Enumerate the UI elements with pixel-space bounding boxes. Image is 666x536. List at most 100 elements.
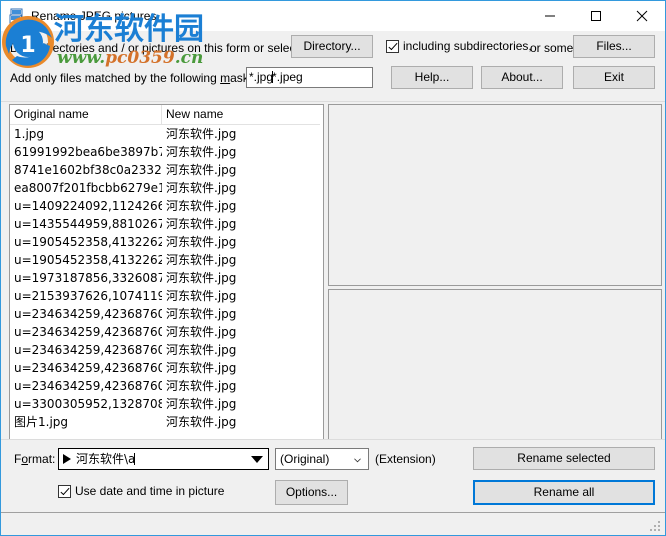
table-row[interactable]: u=234634259,4236876085... 河东软件.jpg — [10, 323, 323, 341]
chevron-down-icon[interactable] — [354, 457, 361, 464]
cell-original-name: u=1435544959,881026782... — [14, 217, 162, 231]
mask-label-pre: Add only files matched by the following — [10, 71, 221, 85]
column-header-original-name[interactable]: Original name — [10, 105, 162, 124]
toolbar-panel: Drop directories and / or pictures on th… — [1, 31, 665, 102]
table-row[interactable]: u=1905452358,413226222... 河东软件.jpg — [10, 251, 323, 269]
about-button[interactable]: About... — [481, 66, 563, 89]
mask-label-accesskey: m — [220, 71, 231, 85]
cell-new-name: 河东软件.jpg — [166, 181, 237, 195]
files-button[interactable]: Files... — [573, 35, 655, 58]
column-header-new-name[interactable]: New name — [162, 105, 323, 124]
table-row[interactable]: u=1435544959,881026782... 河东软件.jpg — [10, 215, 323, 233]
app-picture-icon — [9, 8, 25, 24]
including-subdirectories-checkbox[interactable]: including subdirectories, — [386, 39, 532, 53]
mask-label: Add only files matched by the following … — [10, 71, 269, 85]
cell-new-name: 河东软件.jpg — [166, 145, 237, 159]
title-bar: Rename JPEG pictures — [1, 1, 665, 31]
table-row[interactable]: 1.jpg 河东软件.jpg — [10, 125, 323, 143]
format-label: Format: — [14, 452, 55, 466]
cell-original-name: 8741e1602bf38c0a23328dd... — [14, 163, 162, 177]
cell-new-name: 河东软件.jpg — [166, 127, 237, 141]
cell-original-name: u=3300305952,132870891... — [14, 397, 162, 411]
cell-new-name: 河东软件.jpg — [166, 325, 237, 339]
cell-original-name: u=234634259,4236876085... — [14, 325, 162, 339]
bottom-panel: Format: 河东软件\a (Original) (Extension) Us… — [1, 439, 665, 512]
use-datetime-label: Use date and time in picture — [75, 484, 225, 498]
cell-original-name: u=234634259,4236876085... — [14, 343, 162, 357]
maximize-button[interactable] — [573, 1, 619, 31]
play-arrow-icon — [63, 454, 71, 464]
options-button[interactable]: Options... — [275, 480, 348, 505]
window-title: Rename JPEG pictures — [31, 9, 157, 23]
resize-grip[interactable] — [650, 521, 662, 533]
minimize-button[interactable] — [527, 1, 573, 31]
cell-new-name: 河东软件.jpg — [166, 271, 237, 285]
cell-new-name: 河东软件.jpg — [166, 289, 237, 303]
rename-selected-button[interactable]: Rename selected — [473, 447, 655, 470]
format-label-post: rmat: — [28, 452, 56, 466]
cell-new-name: 河东软件.jpg — [166, 307, 237, 321]
cell-new-name: 河东软件.jpg — [166, 199, 237, 213]
help-button[interactable]: Help... — [391, 66, 473, 89]
format-dropdown-arrow-icon[interactable] — [251, 456, 263, 463]
cell-original-name: 61991992bea6be3897b7c0... — [14, 145, 162, 159]
main-content-area: Original name New name 1.jpg 河东软件.jpg 6199… — [1, 102, 665, 442]
file-list-header: Original name New name — [10, 105, 323, 125]
cell-new-name: 河东软件.jpg — [166, 217, 237, 231]
table-row[interactable]: 图片1.jpg 河东软件.jpg — [10, 413, 323, 431]
table-row[interactable]: ea8007f201fbcbb6279e195... 河东软件.jpg — [10, 179, 323, 197]
table-row[interactable]: u=1409224092,112426615... 河东软件.jpg — [10, 197, 323, 215]
file-list[interactable]: Original name New name 1.jpg 河东软件.jpg 6199… — [9, 104, 324, 442]
format-value: 河东软件\a — [76, 452, 136, 466]
cell-original-name: u=1973187856,332608796... — [14, 271, 162, 285]
table-row[interactable]: u=3300305952,132870891... 河东软件.jpg — [10, 395, 323, 413]
exit-button[interactable]: Exit — [573, 66, 655, 89]
cell-new-name: 河东软件.jpg — [166, 163, 237, 177]
cell-original-name: u=234634259,4236876085... — [14, 379, 162, 393]
extension-combobox[interactable]: (Original) — [275, 448, 369, 470]
cell-new-name: 河东软件.jpg — [166, 379, 237, 393]
table-row[interactable]: u=1905452358,413226222... 河东软件.jpg — [10, 233, 323, 251]
cell-original-name: u=1905452358,413226222... — [14, 235, 162, 249]
cell-new-name: 河东软件.jpg — [166, 253, 237, 267]
use-datetime-checkbox[interactable]: Use date and time in picture — [58, 484, 224, 498]
file-list-scrollbar[interactable] — [320, 105, 323, 441]
directory-button[interactable]: Directory... — [291, 35, 373, 58]
extension-select-value: (Original) — [280, 452, 330, 466]
format-combobox[interactable]: 河东软件\a — [58, 448, 269, 470]
cell-new-name: 河东软件.jpg — [166, 415, 237, 429]
rename-all-button[interactable]: Rename all — [473, 480, 655, 505]
cell-new-name: 河东软件.jpg — [166, 397, 237, 411]
or-some-label: or some — [530, 41, 574, 55]
status-bar — [1, 512, 665, 535]
cell-new-name: 河东软件.jpg — [166, 235, 237, 249]
mask-value-right: *.jpeg — [272, 70, 303, 84]
table-row[interactable]: u=234634259,4236876085... 河东软件.jpg — [10, 359, 323, 377]
table-row[interactable]: 61991992bea6be3897b7c0... 河东软件.jpg — [10, 143, 323, 161]
table-row[interactable]: u=234634259,4236876085... 河东软件.jpg — [10, 341, 323, 359]
cell-new-name: 河东软件.jpg — [166, 343, 237, 357]
cell-original-name: u=234634259,4236876085... — [14, 307, 162, 321]
cell-original-name: 1.jpg — [14, 127, 45, 141]
extension-label: (Extension) — [375, 452, 436, 466]
table-row[interactable]: u=234634259,4236876085... 河东软件.jpg — [10, 377, 323, 395]
including-subdirectories-label: including subdirectories, — [403, 39, 532, 53]
cell-new-name: 河东软件.jpg — [166, 361, 237, 375]
mask-input[interactable]: *.jpg*.jpeg — [246, 67, 373, 88]
file-list-rows: 1.jpg 河东软件.jpg 61991992bea6be3897b7c0... 河东… — [10, 125, 323, 431]
cell-original-name: u=1905452358,413226222... — [14, 253, 162, 267]
drop-hint-label: Drop directories and / or pictures on th… — [10, 41, 309, 55]
table-row[interactable]: u=1973187856,332608796... 河东软件.jpg — [10, 269, 323, 287]
mask-value-left: *.jpg — [249, 70, 274, 84]
use-datetime-checkbox-box[interactable] — [58, 484, 71, 498]
table-row[interactable]: 8741e1602bf38c0a23328dd... 河东软件.jpg — [10, 161, 323, 179]
preview-pane-top — [328, 104, 662, 286]
close-button[interactable] — [619, 1, 665, 31]
cell-original-name: ea8007f201fbcbb6279e195... — [14, 181, 162, 195]
preview-pane-bottom — [328, 289, 662, 442]
table-row[interactable]: u=234634259,4236876085... 河东软件.jpg — [10, 305, 323, 323]
table-row[interactable]: u=2153937626,107411915... 河东软件.jpg — [10, 287, 323, 305]
cell-original-name: u=1409224092,112426615... — [14, 199, 162, 213]
including-subdirectories-checkbox-box[interactable] — [386, 39, 399, 53]
cell-original-name: 图片1.jpg — [14, 415, 69, 429]
